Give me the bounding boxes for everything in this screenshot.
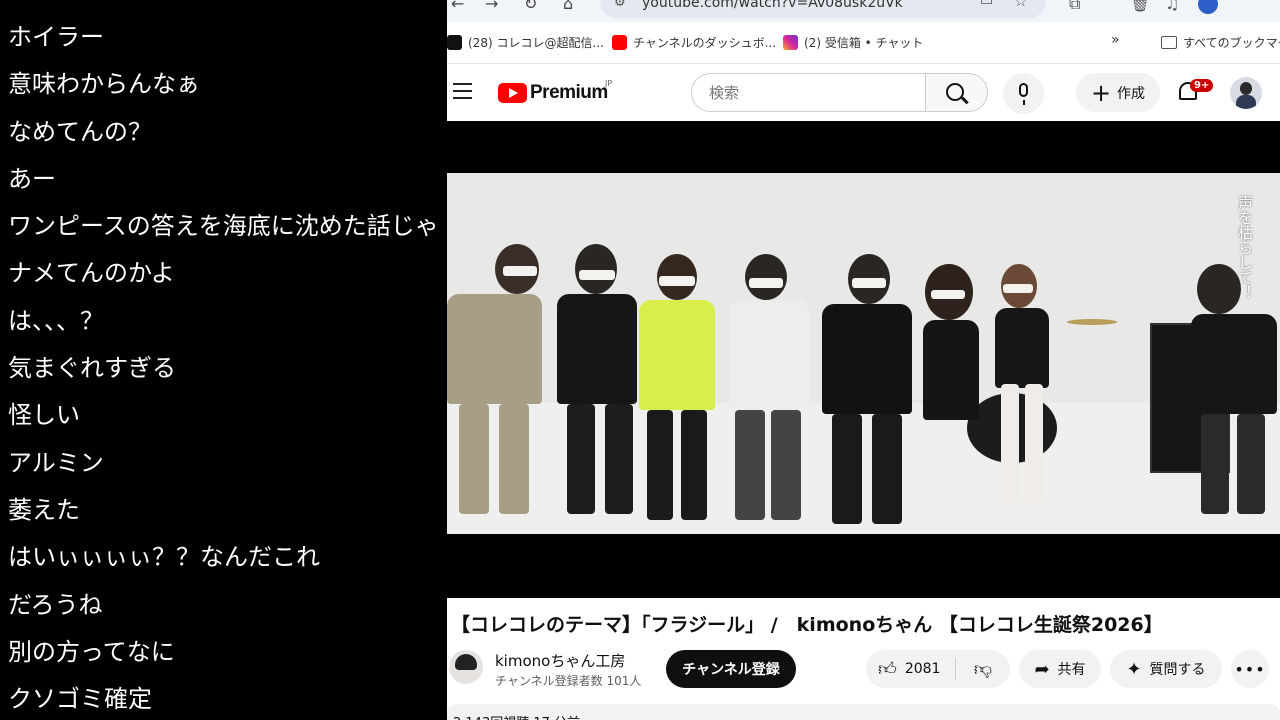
performer: [1187, 224, 1277, 524]
profile-icon[interactable]: [1198, 0, 1218, 14]
extensions-icon[interactable]: ⧉: [1069, 0, 1080, 14]
channel-name[interactable]: kimonoちゃん工房: [495, 650, 625, 671]
search-input[interactable]: [709, 84, 909, 102]
comment-item: 萎えた: [8, 495, 80, 524]
create-label: 作成: [1117, 85, 1146, 102]
bookmark-label: (2) 受信箱 • チャット: [804, 36, 924, 50]
instagram-icon: [783, 35, 798, 50]
bookmark-label: チャンネルのダッシュボ...: [633, 36, 777, 50]
bookmark-star-icon[interactable]: ☆: [1014, 0, 1027, 10]
cast-icon[interactable]: ▭: [980, 0, 993, 9]
youtube-header: Premium JP + 作成 9+: [447, 64, 1280, 121]
url-text[interactable]: youtube.com/watch?v=Av08usk2uVk: [642, 0, 903, 11]
performer: [727, 224, 809, 524]
media-icon[interactable]: ♫: [1165, 0, 1179, 13]
voice-search-button[interactable]: [1003, 73, 1044, 114]
more-actions-button[interactable]: •••: [1231, 650, 1269, 688]
youtube-icon: [612, 35, 627, 50]
comment-item: ホイラー: [8, 23, 104, 51]
bookmark-item[interactable]: チャンネルのダッシュボ...: [612, 34, 776, 51]
performer: [447, 204, 542, 524]
performer: [812, 224, 912, 524]
notification-badge: 9+: [1190, 79, 1214, 92]
reload-icon[interactable]: ↻: [524, 0, 537, 13]
folder-icon: [1161, 36, 1177, 49]
video-frame[interactable]: 声を枯らして！: [447, 173, 1280, 534]
comment-list: ホイラー 意味わからんなぁ なめてんの？ あー ワンピースの答えを海底に沈めた話…: [0, 0, 447, 720]
search-box[interactable]: [691, 73, 925, 112]
share-label: 共有: [1057, 662, 1086, 678]
notifications-button[interactable]: 9+: [1177, 79, 1214, 107]
comment-item: なめてんの？: [8, 117, 152, 146]
all-bookmarks-button[interactable]: すべてのブックマーク: [1161, 34, 1280, 51]
site-info-icon[interactable]: ⚙: [614, 0, 626, 10]
home-icon[interactable]: ⌂: [563, 0, 573, 13]
comment-item: はいぃぃぃぃ？？なんだこれ: [8, 543, 320, 572]
more-bookmarks-button[interactable]: »: [1111, 32, 1120, 48]
menu-icon[interactable]: [453, 83, 472, 99]
performer: [547, 214, 637, 524]
like-count: 2081: [904, 661, 941, 677]
comment-item: 気まぐれすぎる: [8, 354, 176, 383]
channel-row: kimonoちゃん工房 チャンネル登録者数 101人 チャンネル登録 👍︎ 20…: [447, 648, 1280, 692]
thumbs-up-icon: 👍︎: [878, 659, 897, 680]
youtube-brand: Premium: [530, 82, 608, 103]
region-label: JP: [605, 79, 613, 88]
comment-item: は、、、？: [8, 306, 104, 335]
comment-panel: ホイラー 意味わからんなぁ なめてんの？ あー ワンピースの答えを海底に沈めた話…: [0, 0, 447, 720]
bookmark-item[interactable]: (28) コレコレ@超配信...: [447, 34, 604, 51]
browser-toolbar: ← → ↻ ⌂ ⚙ youtube.com/watch?v=Av08usk2uV…: [447, 0, 1280, 22]
video-player[interactable]: 声を枯らして！: [447, 121, 1280, 598]
bookmarks-bar: (28) コレコレ@超配信... チャンネルのダッシュボ... (2) 受信箱 …: [447, 22, 1280, 64]
view-count: 2,143回視聴 17 分前: [453, 712, 580, 720]
like-dislike-group: 👍︎ 2081 👎︎: [866, 650, 1010, 688]
back-icon[interactable]: ←: [451, 0, 464, 13]
video-title: 【コレコレのテーマ】「フラジール」 / kimonoちゃん 【コレコレ生誕祭20…: [451, 614, 1163, 636]
ask-label: 質問する: [1149, 662, 1206, 678]
comment-item: 別の方ってなに: [8, 637, 175, 666]
browser-window: ← → ↻ ⌂ ⚙ youtube.com/watch?v=Av08usk2uV…: [447, 0, 1280, 720]
search-icon: [946, 83, 964, 101]
performer: [987, 234, 1057, 524]
share-button[interactable]: ➦ 共有: [1019, 650, 1101, 688]
comment-item: 意味わからんなぁ: [8, 70, 200, 99]
performer: [635, 224, 715, 524]
ask-button[interactable]: ✦ 質問する: [1110, 650, 1222, 688]
comment-item: だろうね: [8, 590, 103, 619]
description-box[interactable]: 2,143回視聴 17 分前: [447, 704, 1280, 720]
plus-icon: +: [1090, 78, 1112, 107]
address-bar[interactable]: ⚙ youtube.com/watch?v=Av08usk2uVk ▭ ☆: [600, 0, 1046, 18]
youtube-logo[interactable]: Premium: [498, 82, 608, 104]
all-bookmarks-label: すべてのブックマーク: [1183, 36, 1280, 50]
more-icon: •••: [1234, 659, 1266, 679]
video-caption: 声を枯らして！: [1236, 195, 1254, 300]
comment-item: 怪しい: [8, 401, 80, 430]
x-icon: [447, 35, 462, 50]
comment-item: クソゴミ確定: [8, 685, 152, 714]
forward-icon[interactable]: →: [485, 0, 498, 13]
comment-item: あー: [8, 164, 56, 193]
create-button[interactable]: + 作成: [1076, 73, 1160, 112]
trash-icon[interactable]: 🗑: [1130, 0, 1150, 13]
share-icon: ➦: [1034, 658, 1050, 680]
bookmark-item[interactable]: (2) 受信箱 • チャット: [783, 34, 923, 51]
comment-item: アルミン: [8, 448, 104, 477]
comment-item: ナメてんのかよ: [8, 259, 175, 288]
search-button[interactable]: [925, 73, 988, 112]
bookmark-label: (28) コレコレ@超配信...: [468, 36, 604, 50]
cymbal: [1067, 319, 1117, 325]
sparkle-icon: ✦: [1126, 658, 1142, 680]
like-button[interactable]: 👍︎ 2081: [866, 650, 956, 688]
dislike-button[interactable]: 👎︎: [956, 650, 1010, 688]
subscriber-count: チャンネル登録者数 101人: [495, 674, 642, 688]
youtube-play-icon: [498, 83, 527, 103]
channel-avatar[interactable]: [449, 650, 483, 684]
comment-item: ワンピースの答えを海底に沈めた話じゃ: [8, 212, 439, 241]
performer: [917, 234, 979, 524]
microphone-icon: [1019, 83, 1028, 105]
avatar[interactable]: [1230, 77, 1262, 109]
thumbs-down-icon: 👎︎: [973, 659, 993, 680]
subscribe-button[interactable]: チャンネル登録: [666, 650, 796, 688]
